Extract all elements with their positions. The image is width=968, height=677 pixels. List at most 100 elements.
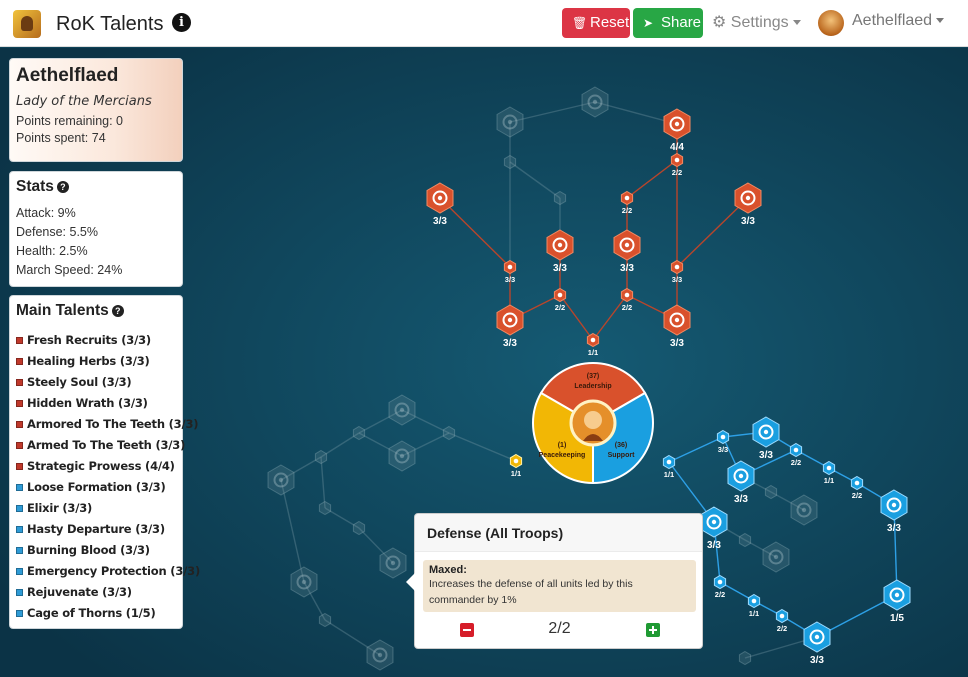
talent-node[interactable] [352,520,366,536]
talent-list-item[interactable]: Hidden Wrath (3/3) [16,393,176,414]
talent-node[interactable] [503,154,517,170]
settings-dropdown[interactable]: ⚙ Settings [712,12,801,32]
stat-item: Defense: 5.5% [16,225,98,239]
talent-level-label: 2/2 [791,458,801,467]
main-talents-list: Fresh Recruits (3/3) Healing Herbs (3/3) S… [16,330,200,624]
talent-label: Elixir (3/3) [27,501,93,515]
talent-list-item[interactable]: Loose Formation (3/3) [16,477,176,498]
reset-button[interactable]: 🗑 Reset [562,8,630,38]
help-icon[interactable]: ? [111,305,124,317]
chevron-down-icon [936,18,945,24]
talent-icon-center [674,121,680,127]
app-title[interactable]: RoK Talents [56,13,163,36]
leadership-points: (37) [587,373,599,380]
commander-portrait-face [584,411,602,429]
tree-selector[interactable]: (37) Leadership (1) Peacekeeping (36) Support [532,362,654,485]
talent-list-item[interactable]: Hasty Departure (3/3) [16,519,176,540]
talent-node-dot [507,264,513,270]
leadership-label: Leadership [574,383,611,390]
talent-label: Steely Soul (3/3) [27,375,132,389]
talent-icon-center [763,429,769,435]
talent-icon-center [437,195,443,201]
talent-list-item[interactable]: Healing Herbs (3/3) [16,351,176,372]
talent-label: Hasty Departure (3/3) [27,522,165,536]
talent-node[interactable] [318,500,332,516]
talent-list-item[interactable]: Emergency Protection (3/3) [16,561,200,582]
talent-level-label: 3/3 [620,263,634,274]
talent-color-swatch [16,610,23,617]
talent-label: Burning Blood (3/3) [27,543,150,557]
talent-level-label: 2/2 [622,206,632,215]
talent-list-item[interactable]: Steely Soul (3/3) [16,372,176,393]
reset-button-label: Reset [590,14,630,31]
talent-list-item[interactable]: Strategic Prowess (4/4) [16,456,176,477]
commander-title: Lady of the Mercians [16,94,152,109]
talent-node[interactable] [553,190,567,206]
talent-icon-center [624,242,630,248]
talent-node[interactable] [764,484,778,500]
talent-color-swatch [16,484,23,491]
talent-icon-center [390,560,396,566]
talent-color-swatch [16,463,23,470]
talent-list-item[interactable]: Fresh Recruits (3/3) [16,330,176,351]
talent-level-label: 3/3 [810,655,824,666]
talent-node[interactable] [442,425,456,441]
talent-list-item[interactable]: Burning Blood (3/3) [16,540,176,561]
talent-node-dot [720,434,726,440]
talent-level-label: 3/3 [670,338,684,349]
app-logo-icon[interactable] [13,10,41,38]
talent-level: 2/2 [548,620,571,637]
talent-label: Loose Formation (3/3) [27,480,166,494]
commander-card: Aethelflaed Lady of the Mercians Points … [9,58,183,162]
talent-label: Rejuvenate (3/3) [27,585,132,599]
stats-list: Attack: 9% Defense: 5.5% Health: 2.5% March… [16,206,176,277]
talent-node-dot [557,292,563,298]
talent-level-label: 2/2 [715,590,725,599]
talent-list-item[interactable]: Cage of Thorns (1/5) [16,603,176,624]
talent-node[interactable] [318,612,332,628]
tooltip-body: Maxed: Increases the defense of all unit… [423,560,696,612]
talent-level-label: 3/3 [887,523,901,534]
talent-node-dot [779,613,785,619]
tooltip-title: Defense (All Troops) [415,514,702,552]
gear-icon: ⚙ [712,14,727,31]
points-spent: Points spent: 74 [16,131,106,145]
main-talents-heading-text: Main Talents [16,302,109,319]
talent-node[interactable] [738,532,752,548]
talent-node[interactable] [314,449,328,465]
talent-level-label: 2/2 [622,303,632,312]
talent-node-dot [674,264,680,270]
talent-level-label: 1/1 [824,476,834,485]
talent-level-label: 2/2 [555,303,565,312]
talent-color-swatch [16,589,23,596]
talent-color-swatch [16,358,23,365]
talent-label: Armed To The Teeth (3/3) [27,438,186,452]
talent-node[interactable] [738,650,752,666]
info-icon[interactable]: i [172,13,191,32]
trash-icon: 🗑 [572,16,588,30]
tooltip-description: Increases the defense of all units led b… [429,578,633,606]
talent-list-item[interactable]: Rejuvenate (3/3) [16,582,176,603]
talent-icon-center [894,592,900,598]
talent-level-label: 3/3 [759,450,773,461]
talent-list-item[interactable]: Armored To The Teeth (3/3) [16,414,199,435]
talent-node-dot [717,579,723,585]
share-button[interactable]: ➤ Share [633,8,703,38]
commander-name: Aethelflaed [16,65,119,86]
help-icon[interactable]: ? [56,181,69,193]
talent-label: Armored To The Teeth (3/3) [27,417,199,431]
settings-label: Settings [730,14,789,31]
talent-label: Emergency Protection (3/3) [27,564,201,578]
talent-list-item[interactable]: Armed To The Teeth (3/3) [16,435,185,456]
stat-item: Attack: 9% [16,206,76,220]
talent-color-swatch [16,337,23,344]
talent-color-swatch [16,442,23,449]
talent-level-label: 3/3 [707,540,721,551]
stats-card: Stats? Attack: 9% Defense: 5.5% Health: 2.… [9,171,183,287]
talent-label: Hidden Wrath (3/3) [27,396,148,410]
talent-list-item[interactable]: Elixir (3/3) [16,498,176,519]
increase-level-button[interactable] [646,623,660,637]
talent-node[interactable] [352,425,366,441]
talent-level-label: 4/4 [670,142,684,153]
talent-color-swatch [16,568,23,575]
